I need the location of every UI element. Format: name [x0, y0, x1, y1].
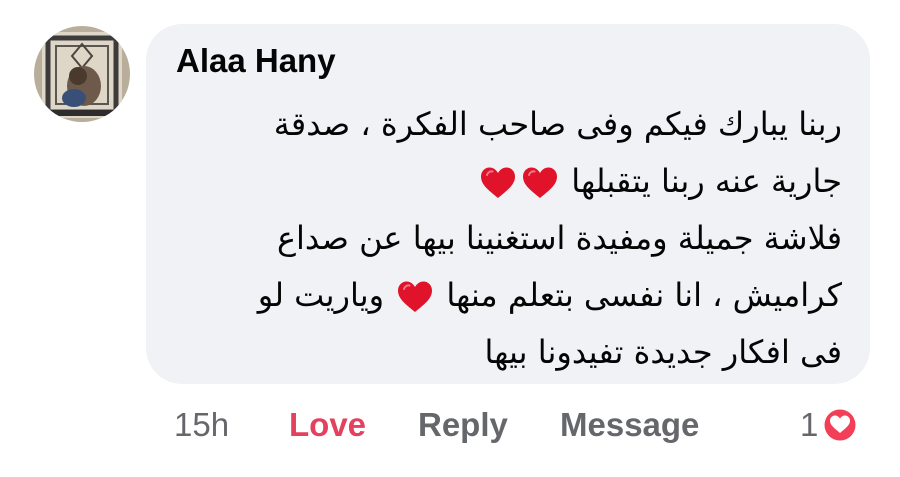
comment-author[interactable]: Alaa Hany	[176, 44, 336, 77]
reply-button[interactable]: Reply	[418, 403, 508, 447]
reaction-summary[interactable]: 1	[800, 403, 860, 447]
heart-emoji-group	[394, 276, 446, 314]
comment-container: Alaa Hany ربنا يبارك فيكم وفى صاحب الفكر…	[0, 0, 900, 477]
comment-line: ربنا يبارك فيكم وفى صاحب الفكرة ، صدقة	[176, 96, 842, 153]
comment-actions: 15h Love Reply Message 1	[0, 403, 900, 447]
comment-timestamp[interactable]: 15h	[174, 403, 229, 447]
comment-line: جارية عنه ربنا يتقبلها	[176, 153, 842, 210]
comment-line: فلاشة جميلة ومفيدة استغنينا بيها عن صداع	[176, 210, 842, 267]
heart-emoji-icon	[479, 166, 517, 200]
comment-line: فى افكار جديدة تفيدونا بيها	[176, 324, 842, 381]
comment-bubble: Alaa Hany ربنا يبارك فيكم وفى صاحب الفكر…	[146, 24, 870, 384]
comment-line-text: فى افكار جديدة تفيدونا بيها	[484, 333, 842, 371]
message-button[interactable]: Message	[560, 403, 699, 447]
comment-line: كراميش ، انا نفسى بتعلم منها وياريت لو	[176, 267, 842, 324]
heart-emoji-icon	[396, 280, 434, 314]
heart-emoji-group	[477, 162, 571, 200]
avatar[interactable]	[34, 26, 130, 122]
reaction-count: 1	[800, 406, 819, 443]
comment-text: ربنا يبارك فيكم وفى صاحب الفكرة ، صدقة جا…	[176, 96, 842, 381]
heart-emoji-icon	[521, 166, 559, 200]
comment-line-text: كراميش ، انا نفسى بتعلم منها	[446, 276, 842, 314]
love-reaction-icon	[822, 407, 859, 443]
comment-line-text: ربنا يبارك فيكم وفى صاحب الفكرة ، صدقة	[273, 105, 842, 143]
love-button[interactable]: Love	[289, 403, 366, 447]
comment-line-text: فلاشة جميلة ومفيدة استغنينا بيها عن صداع	[276, 219, 842, 257]
profile-photo-icon	[34, 26, 130, 122]
comment-line-text: جارية عنه ربنا يتقبلها	[571, 162, 842, 200]
comment-line-text: وياريت لو	[257, 276, 385, 314]
